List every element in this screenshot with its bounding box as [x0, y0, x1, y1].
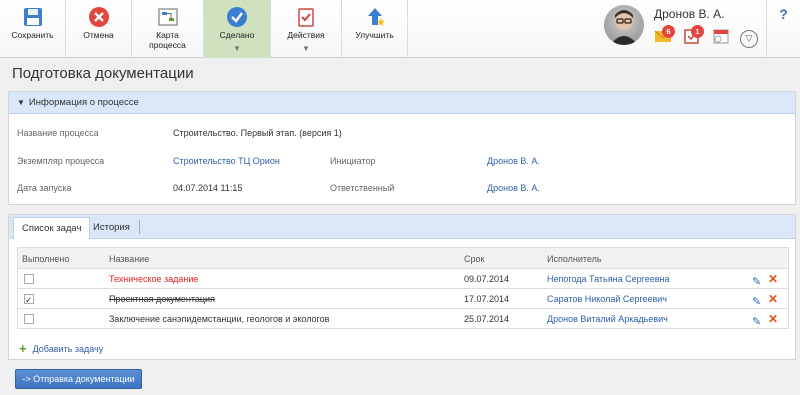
add-task-link[interactable]: + Добавить задачу: [19, 341, 103, 356]
process-info-title: Информация о процессе: [28, 97, 139, 108]
process-map-button[interactable]: Карта процесса: [132, 0, 204, 58]
process-map-label: Карта процесса: [149, 30, 186, 50]
send-documentation-button[interactable]: -> Отправка документации: [15, 369, 142, 389]
done-checkbox[interactable]: [24, 274, 34, 284]
table-row[interactable]: Заключение санэпидемстанции, геологов и …: [17, 309, 789, 329]
col-name-header[interactable]: Название: [109, 248, 149, 270]
pencil-icon[interactable]: ✎: [752, 312, 761, 332]
actions-button[interactable]: Действия ▼: [271, 0, 342, 58]
save-label: Сохранить: [11, 30, 54, 40]
tab-task-list[interactable]: Список задач: [13, 217, 91, 239]
table-row[interactable]: Проектная документация 17.07.2014 Сарато…: [17, 289, 789, 310]
task-name[interactable]: Заключение санэпидемстанции, геологов и …: [109, 309, 329, 329]
arrow-up-star-icon: [367, 8, 385, 26]
task-name[interactable]: Техническое задание: [109, 269, 198, 289]
toolbar: Сохранить Отмена Карта процесса Сделано …: [0, 0, 800, 58]
actions-label: Действия: [287, 30, 325, 40]
col-due-header[interactable]: Срок: [464, 248, 484, 270]
task-due: 09.07.2014: [464, 274, 510, 284]
plus-icon: +: [19, 341, 27, 356]
initiator-link[interactable]: Дронов В. А.: [487, 151, 540, 171]
cancel-button[interactable]: Отмена: [66, 0, 132, 58]
task-count-badge: 1: [691, 25, 704, 38]
avatar[interactable]: [604, 5, 644, 45]
delete-icon[interactable]: ✕: [768, 309, 778, 329]
done-checkbox[interactable]: [24, 290, 34, 310]
start-date-value: 04.07.2014 11:15: [173, 183, 243, 193]
process-map-icon: [158, 8, 177, 26]
mail-count-badge: 6: [662, 25, 675, 38]
start-date-label: Дата запуска: [17, 183, 72, 193]
tab-divider: [139, 220, 140, 234]
checkmark-icon: [227, 7, 247, 27]
task-due: 17.07.2014: [464, 294, 510, 304]
task-name[interactable]: Проектная документация: [109, 289, 215, 309]
info-row-instance: Экземпляр процесса Строительство ТЦ Орио…: [9, 151, 795, 171]
add-task-label: Добавить задачу: [32, 344, 104, 354]
clipboard-check-icon: [298, 8, 314, 27]
task-assignee[interactable]: Непогода Татьяна Сергеевна: [547, 269, 669, 289]
user-name[interactable]: Дронов В. А.: [654, 7, 725, 21]
improve-button[interactable]: Улучшить: [342, 0, 408, 58]
instance-label: Экземпляр процесса: [17, 156, 105, 166]
question-icon: ?: [779, 6, 788, 22]
collapse-arrow-icon[interactable]: ▼: [17, 92, 25, 114]
close-icon: [88, 7, 109, 27]
delete-icon[interactable]: ✕: [768, 289, 778, 309]
page-title: Подготовка документации: [12, 65, 194, 82]
done-checkbox[interactable]: [24, 314, 34, 324]
tab-bar: Список задач История: [9, 215, 795, 239]
info-row-name: Название процесса Строительство. Первый …: [9, 123, 795, 143]
user-photo-icon: [610, 10, 638, 45]
info-row-start: Дата запуска 04.07.2014 11:15 Ответствен…: [9, 178, 795, 198]
save-button[interactable]: Сохранить: [0, 0, 66, 58]
delete-icon[interactable]: ✕: [768, 269, 778, 289]
calendar-icon[interactable]: [712, 28, 730, 44]
task-grid: Выполнено Название Срок Исполнитель Техн…: [17, 247, 789, 329]
process-name-label: Название процесса: [17, 128, 99, 138]
process-name-value: Строительство. Первый этап. (версия 1): [173, 128, 342, 138]
help-button[interactable]: ?: [766, 0, 800, 58]
task-due: 25.07.2014: [464, 314, 510, 324]
col-assignee-header[interactable]: Исполнитель: [547, 248, 602, 270]
done-button[interactable]: Сделано ▼: [204, 0, 271, 58]
task-assignee[interactable]: Дронов Виталий Аркадьевич: [547, 309, 668, 329]
done-label: Сделано: [219, 30, 255, 40]
floppy-disk-icon: [23, 8, 42, 26]
task-assignee[interactable]: Саратов Николай Сергеевич: [547, 289, 667, 309]
col-done-header[interactable]: Выполнено: [22, 248, 69, 270]
initiator-label: Инициатор: [330, 156, 376, 166]
tasks-panel: Список задач История Выполнено Название …: [8, 214, 796, 360]
responsible-label: Ответственный: [330, 183, 395, 193]
cancel-label: Отмена: [83, 30, 114, 40]
process-info-header[interactable]: ▼ Информация о процессе: [9, 92, 795, 114]
chevron-down-icon: ▼: [302, 44, 310, 53]
process-info-panel: ▼ Информация о процессе Название процесса…: [8, 91, 796, 205]
user-menu-chevron-icon[interactable]: ▽: [740, 30, 758, 48]
chevron-down-icon: ▼: [233, 44, 241, 53]
tab-history[interactable]: История: [85, 217, 138, 239]
grid-header: Выполнено Название Срок Исполнитель: [17, 247, 789, 269]
improve-label: Улучшить: [355, 30, 394, 40]
instance-link[interactable]: Строительство ТЦ Орион: [173, 151, 280, 171]
responsible-link[interactable]: Дронов В. А.: [487, 178, 540, 198]
table-row[interactable]: Техническое задание 09.07.2014 Непогода …: [17, 269, 789, 289]
